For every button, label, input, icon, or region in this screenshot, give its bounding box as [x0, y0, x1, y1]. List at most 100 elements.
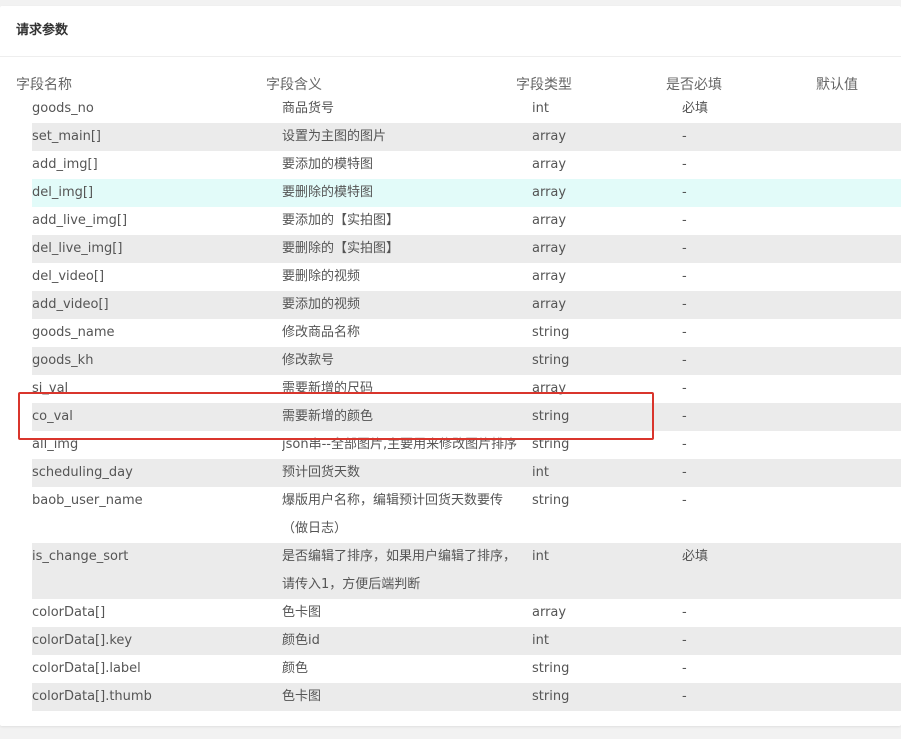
param-type: array — [532, 157, 567, 172]
param-name: goods_no — [32, 101, 94, 116]
param-name: del_live_img[] — [32, 241, 123, 256]
param-required: - — [682, 325, 687, 340]
section-title: 请求参数 — [0, 6, 901, 57]
col-header-default: 默认值 — [816, 77, 858, 93]
param-required: - — [682, 269, 687, 284]
param-name: del_img[] — [32, 185, 94, 200]
table-row: colorData[].key 颜色id int - — [32, 627, 901, 655]
param-type: array — [532, 269, 567, 284]
param-desc: 预计回货天数 — [282, 465, 361, 480]
annotation-box-bottom-cover — [20, 431, 652, 438]
param-name: colorData[] — [32, 605, 106, 620]
param-required: - — [682, 129, 687, 144]
params-table-body: goods_no 商品货号 int 必填 set_main[] 设置为主图的图片… — [32, 95, 901, 711]
param-type: array — [532, 605, 567, 620]
table-row: add_video[] 要添加的视频 array - — [32, 291, 901, 319]
param-desc: 颜色 — [282, 661, 309, 676]
param-type: array — [532, 213, 567, 228]
table-row: colorData[].thumb 色卡图 string - — [32, 683, 901, 711]
param-required: - — [682, 241, 687, 256]
param-required: - — [682, 157, 687, 172]
param-required: - — [682, 437, 687, 452]
table-row: colorData[].label 颜色 string - — [32, 655, 901, 683]
param-name: del_video[] — [32, 269, 105, 284]
param-required: - — [682, 689, 687, 704]
param-name: add_img[] — [32, 157, 98, 172]
param-type: string — [532, 409, 570, 424]
param-desc: 是否编辑了排序，如果用户编辑了排序，请传入1，方便后端判断 — [282, 549, 517, 592]
param-name: set_main[] — [32, 129, 101, 144]
param-desc: 要删除的【实拍图】 — [282, 241, 400, 256]
param-required: - — [682, 465, 687, 480]
col-header-required: 是否必填 — [666, 77, 722, 93]
param-required: 必填 — [682, 549, 709, 564]
table-row: del_live_img[] 要删除的【实拍图】 array - — [32, 235, 901, 263]
table-header: 字段名称 字段含义 字段类型 是否必填 默认值 — [0, 74, 901, 94]
param-name: add_live_img[] — [32, 213, 128, 228]
table-row: is_change_sort 是否编辑了排序，如果用户编辑了排序，请传入1，方便… — [32, 543, 901, 599]
param-required: - — [682, 633, 687, 648]
param-required: - — [682, 353, 687, 368]
param-type: int — [532, 101, 549, 116]
table-row: co_val 需要新增的颜色 string - — [32, 403, 901, 431]
table-row: goods_no 商品货号 int 必填 — [32, 95, 901, 123]
param-type: array — [532, 241, 567, 256]
param-name: add_video[] — [32, 297, 109, 312]
param-desc: 商品货号 — [282, 101, 335, 116]
param-required: - — [682, 409, 687, 424]
col-header-meaning: 字段含义 — [266, 77, 322, 93]
param-name: goods_name — [32, 325, 115, 340]
table-row-hovered: del_img[] 要删除的模特图 array - — [32, 179, 901, 207]
param-type: string — [532, 493, 570, 508]
table-row: baob_user_name 爆版用户名称，编辑预计回货天数要传（做日志） st… — [32, 487, 901, 543]
table-row: set_main[] 设置为主图的图片 array - — [32, 123, 901, 151]
param-desc: 要删除的模特图 — [282, 185, 374, 200]
param-desc: 颜色id — [282, 633, 320, 648]
param-type: string — [532, 661, 570, 676]
param-name: baob_user_name — [32, 493, 143, 508]
param-required: 必填 — [682, 101, 709, 116]
param-type: string — [532, 689, 570, 704]
param-required: - — [682, 185, 687, 200]
param-required: - — [682, 493, 687, 508]
table-row: add_img[] 要添加的模特图 array - — [32, 151, 901, 179]
table-row: goods_name 修改商品名称 string - — [32, 319, 901, 347]
param-type: string — [532, 325, 570, 340]
param-desc: 色卡图 — [282, 605, 322, 620]
param-desc: 要添加的视频 — [282, 297, 361, 312]
request-params-card: 请求参数 字段名称 字段含义 字段类型 是否必填 默认值 goods_no 商品… — [0, 6, 901, 726]
table-row: add_live_img[] 要添加的【实拍图】 array - — [32, 207, 901, 235]
param-name: is_change_sort — [32, 549, 129, 564]
param-name: colorData[].label — [32, 661, 141, 676]
param-desc: 爆版用户名称，编辑预计回货天数要传（做日志） — [282, 493, 504, 536]
param-required: - — [682, 213, 687, 228]
table-row: scheduling_day 预计回货天数 int - — [32, 459, 901, 487]
param-type: array — [532, 185, 567, 200]
param-desc: 要添加的模特图 — [282, 157, 374, 172]
param-desc: 修改款号 — [282, 353, 335, 368]
param-required: - — [682, 381, 687, 396]
param-type: int — [532, 465, 549, 480]
param-required: - — [682, 297, 687, 312]
param-desc: 设置为主图的图片 — [282, 129, 387, 144]
param-required: - — [682, 661, 687, 676]
table-row: del_video[] 要删除的视频 array - — [32, 263, 901, 291]
param-name: scheduling_day — [32, 465, 133, 480]
table-row: goods_kh 修改款号 string - — [32, 347, 901, 375]
param-type: string — [532, 353, 570, 368]
col-header-name: 字段名称 — [16, 77, 72, 93]
param-desc: 色卡图 — [282, 689, 322, 704]
param-desc: 要删除的视频 — [282, 269, 361, 284]
param-type: array — [532, 297, 567, 312]
param-type: int — [532, 549, 549, 564]
param-desc: 要添加的【实拍图】 — [282, 213, 400, 228]
annotation-box-top-cover — [20, 394, 652, 402]
param-name: co_val — [32, 409, 73, 424]
param-name: goods_kh — [32, 353, 94, 368]
param-required: - — [682, 605, 687, 620]
col-header-type: 字段类型 — [516, 77, 572, 93]
param-desc: 需要新增的颜色 — [282, 409, 374, 424]
param-type: int — [532, 633, 549, 648]
param-name: colorData[].thumb — [32, 689, 152, 704]
param-type: array — [532, 129, 567, 144]
